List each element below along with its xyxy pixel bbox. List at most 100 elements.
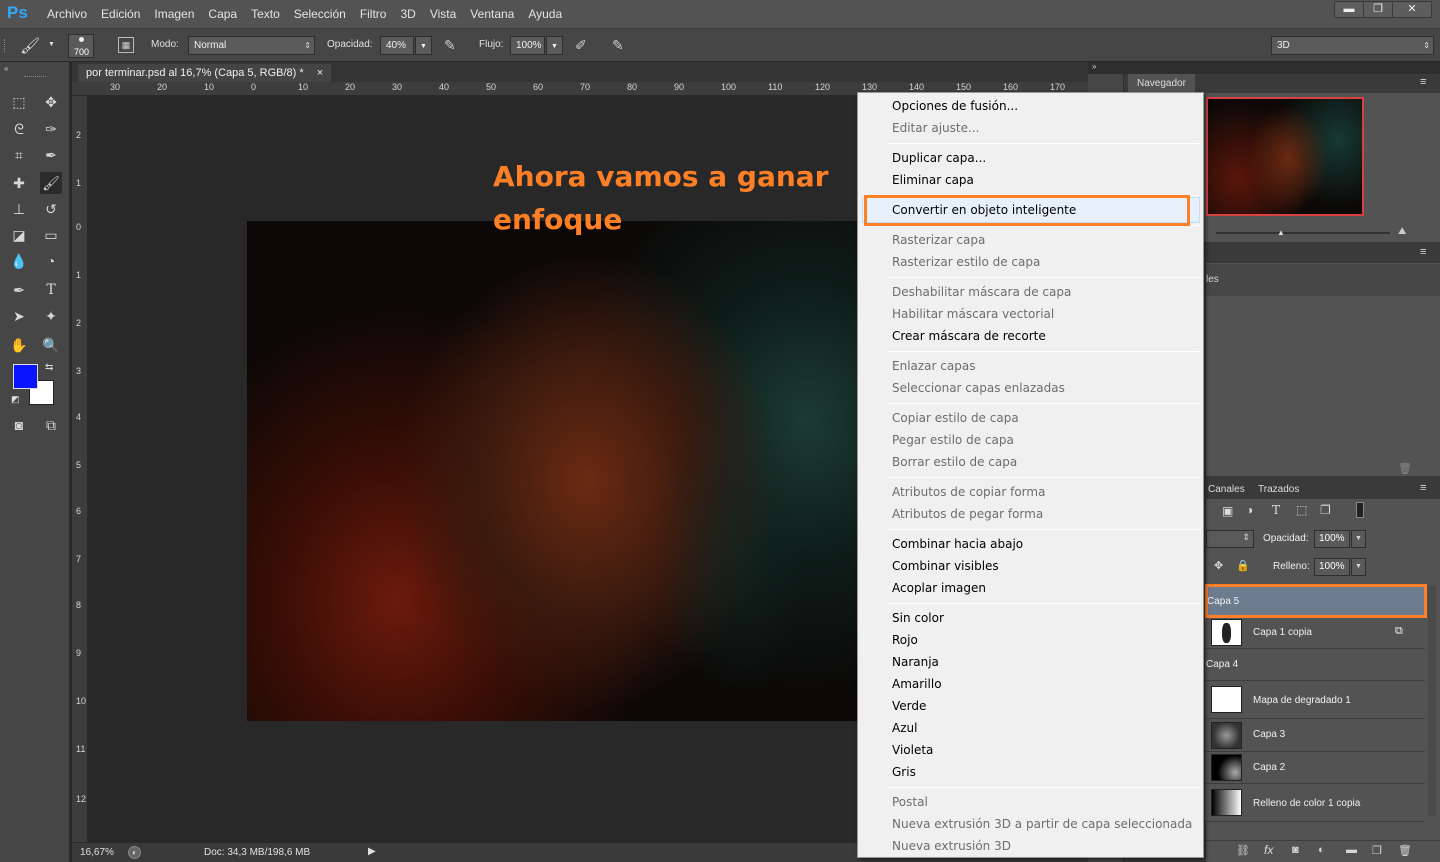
layer-row[interactable]: Capa 2 [1205,752,1425,784]
collapse-icon[interactable]: « [4,64,8,73]
layer-row[interactable]: Capa 1 copia ⧉ [1205,617,1425,649]
minimize-button[interactable]: ▬ [1334,1,1364,18]
clone-stamp-tool-icon[interactable]: ⊥ [8,198,30,220]
zoom-in-icon[interactable]: ⛰ [1398,226,1406,237]
menu-seleccion[interactable]: Selección [287,0,353,28]
opacity-dropdown[interactable]: ▼ [415,36,432,55]
zoom-slider-thumb[interactable]: ▲ [1277,228,1285,237]
menu-ayuda[interactable]: Ayuda [521,0,569,28]
marquee-tool-icon[interactable]: ⬚ [8,91,30,113]
menu-item-color-green[interactable]: Verde [892,699,926,713]
healing-brush-tool-icon[interactable]: ✚ [8,172,30,194]
layer-row[interactable]: Mapa de degradado 1 [1205,681,1425,719]
default-colors-icon[interactable]: ◩ [11,394,20,405]
layer-opacity-input[interactable]: 100% [1314,530,1350,548]
foreground-color-swatch[interactable] [13,364,38,389]
menu-item-color-yellow[interactable]: Amarillo [892,677,942,691]
pen-tool-icon[interactable]: ✒ [8,279,30,301]
trash-icon[interactable]: 🗑 [1398,844,1412,857]
menu-filtro[interactable]: Filtro [353,0,394,28]
chevron-down-icon[interactable]: ▼ [1351,558,1366,576]
menu-item-color-violet[interactable]: Violeta [892,743,933,757]
filter-smart-object-icon[interactable]: ❐ [1320,503,1331,517]
tab-navigator[interactable]: Navegador [1128,74,1195,93]
quick-mask-icon[interactable]: ◙ [8,414,30,436]
crop-tool-icon[interactable]: ⌗ [8,144,30,166]
airbrush-icon[interactable]: ✐ [575,37,587,54]
shape-tool-icon[interactable]: ✦ [40,305,62,327]
lock-position-icon[interactable]: ✥ [1214,559,1223,572]
brush-tool-icon[interactable]: 🖌 [40,172,62,194]
quick-selection-tool-icon[interactable]: ✑ [40,118,62,140]
collapse-icon[interactable]: » [1092,62,1096,71]
hand-tool-icon[interactable]: ✋ [8,334,30,356]
workspace-select[interactable]: 3D ⇕ [1271,36,1434,55]
history-brush-tool-icon[interactable]: ↺ [40,198,62,220]
menu-imagen[interactable]: Imagen [147,0,201,28]
layer-row[interactable]: Capa 4 [1205,649,1425,681]
filter-toggle[interactable] [1356,502,1364,518]
flow-input[interactable]: 100% [510,36,545,55]
brush-panel-icon[interactable]: ▦ [118,37,134,53]
flow-dropdown[interactable]: ▼ [546,36,563,55]
layer-style-icon[interactable]: fx [1264,843,1273,857]
screen-mode-icon[interactable]: ⧉ [40,414,62,436]
blur-tool-icon[interactable]: 💧 [8,250,30,272]
mode-select[interactable]: Normal ⇕ [188,36,315,55]
restore-button[interactable]: ❐ [1363,1,1393,18]
menu-item-color-orange[interactable]: Naranja [892,655,939,669]
panel-menu-icon[interactable]: ≡ [1420,76,1426,88]
filter-adjustment-icon[interactable]: ◑ [1246,503,1253,517]
menu-item-clipping-mask[interactable]: Crear máscara de recorte [892,329,1046,343]
adjustment-layer-icon[interactable]: ◐ [1318,844,1325,856]
zoom-slider-track[interactable] [1216,232,1390,234]
new-layer-icon[interactable]: ❐ [1372,844,1382,857]
menu-item-color-gray[interactable]: Gris [892,765,916,779]
menu-texto[interactable]: Texto [244,0,287,28]
menu-item-delete-layer[interactable]: Eliminar capa [892,173,974,187]
layers-scrollbar[interactable] [1428,586,1436,816]
tab-trazados[interactable]: Trazados [1258,484,1299,495]
layer-row[interactable]: Capa 3 [1205,719,1425,752]
brush-preset-picker[interactable]: 700 [68,34,94,58]
lock-all-icon[interactable]: 🔒 [1236,559,1250,572]
menu-item-color-none[interactable]: Sin color [892,611,944,625]
layer-mask-icon[interactable]: ◙ [1292,844,1299,856]
panel-menu-icon[interactable]: ≡ [1420,482,1426,494]
status-info-icon[interactable]: ◐ [128,846,141,859]
menu-ventana[interactable]: Ventana [463,0,521,28]
trash-icon[interactable]: 🗑 [1398,462,1412,475]
chevron-down-icon[interactable]: ▼ [48,41,55,48]
link-layers-icon[interactable]: ⛓ [1236,844,1250,857]
canvas-image[interactable] [247,221,859,721]
dodge-tool-icon[interactable]: ◔ [40,250,62,272]
close-button[interactable]: ✕ [1392,1,1432,18]
menu-3d[interactable]: 3D [393,0,422,28]
layer-fill-input[interactable]: 100% [1314,558,1350,576]
pressure-size-icon[interactable]: ✎ [612,37,624,54]
group-folder-icon[interactable]: ▬ [1346,844,1357,856]
document-tab[interactable]: por terminar.psd al 16,7% (Capa 5, RGB/8… [78,64,332,82]
panel-menu-icon[interactable]: ≡ [1420,246,1426,258]
eraser-tool-icon[interactable]: ◪ [8,224,30,246]
menu-item-flatten-image[interactable]: Acoplar imagen [892,581,986,595]
filter-type-icon[interactable]: T [1272,503,1280,517]
menu-item-duplicate-layer[interactable]: Duplicar capa... [892,151,986,165]
zoom-level[interactable]: 16,67% [80,847,114,858]
menu-archivo[interactable]: Archivo [40,0,94,28]
menu-capa[interactable]: Capa [201,0,244,28]
layer-row[interactable]: Relleno de color 1 copia [1205,784,1425,822]
gradient-tool-icon[interactable]: ▭ [40,224,62,246]
move-tool-icon[interactable]: ✥ [40,91,62,113]
menu-item-blending-options[interactable]: Opciones de fusión... [892,99,1018,113]
menu-vista[interactable]: Vista [423,0,463,28]
type-tool-icon[interactable]: T [40,279,62,301]
filter-shape-icon[interactable]: ⬚ [1296,503,1307,517]
pressure-opacity-icon[interactable]: ✎ [444,37,456,54]
close-tab-icon[interactable]: × [317,67,323,79]
eyedropper-tool-icon[interactable]: ✒ [40,144,62,166]
swap-colors-icon[interactable]: ⇆ [45,362,53,373]
ruler-vertical[interactable]: 2 1 0 1 2 3 4 5 6 7 8 9 10 11 12 [72,96,88,842]
tab-canales[interactable]: Canales [1208,484,1245,495]
status-menu-arrow-icon[interactable]: ▶ [368,846,376,857]
